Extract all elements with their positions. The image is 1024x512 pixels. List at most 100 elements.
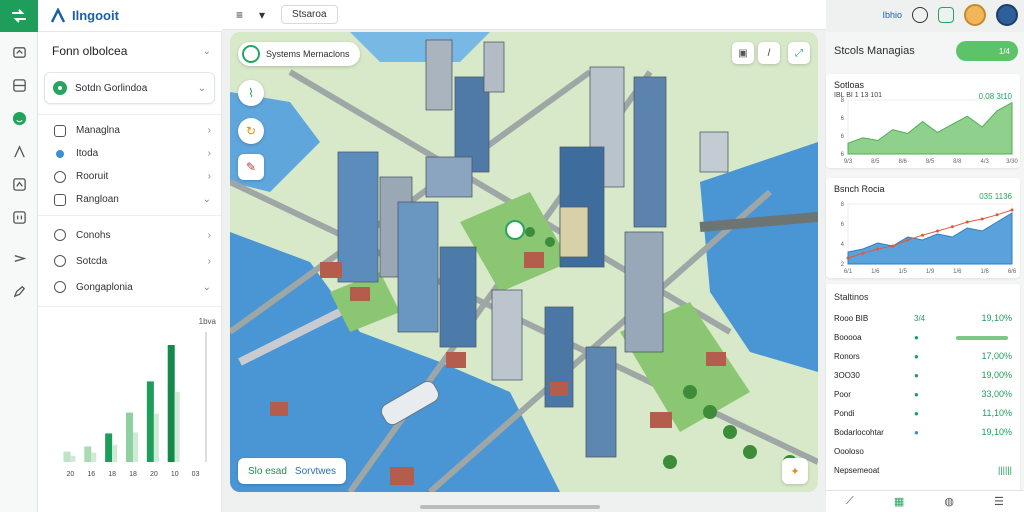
x-tick-label: 8/5	[926, 159, 935, 165]
filter-item-label: Sotcda	[76, 255, 108, 267]
series-point	[906, 238, 910, 242]
avatar-secondary[interactable]	[996, 4, 1018, 26]
x-tick-label: 6/1	[844, 269, 853, 275]
stats-row-label: Booooa	[834, 333, 862, 342]
status-badge[interactable]: 1/4	[956, 41, 1018, 61]
pen-icon[interactable]: /	[758, 42, 780, 64]
layer-item[interactable]: Managlna ›	[38, 119, 221, 142]
calendar-icon[interactable]: ▦	[894, 495, 904, 508]
filter-item[interactable]: Gongaplonia ⌄	[38, 274, 221, 300]
stats-row[interactable]: Nepsemeoat ||||||	[834, 464, 1014, 478]
list-icon[interactable]	[0, 201, 38, 234]
mini-chart-tick: 20	[150, 471, 158, 478]
city-map-illustration	[230, 32, 818, 492]
stats-row-bar	[956, 336, 1008, 340]
mini-chart-tick: 10	[171, 471, 179, 478]
mini-bar	[84, 446, 92, 462]
chevron-right-icon: ›	[207, 125, 211, 136]
mini-chart-tick: 03	[192, 471, 200, 478]
chevron-right-icon: ›	[207, 148, 211, 159]
tag-icon[interactable]: ✎	[238, 154, 264, 180]
stats-row[interactable]: Ronors ● 17,00%	[834, 350, 1014, 364]
stats-row[interactable]: Rooo BIB 3/4 19,10%	[834, 312, 1014, 326]
stats-row[interactable]: Bodarlocohtar ● 19,10%	[834, 426, 1014, 440]
x-tick-label: 6/6	[1008, 269, 1017, 275]
stats-row-value: 33,00%	[981, 389, 1012, 399]
chart-card-1: 8 6 6 6 9/3 8/5 8/6 8/5 8/8 4/3 3/30 Sotloas IBL B…	[826, 74, 1020, 168]
grid-icon[interactable]	[0, 69, 38, 102]
city-map[interactable]: Systems Mernaclons ⌇ ↻ ✎ ▣ / ⤢ Slo esad …	[230, 32, 818, 492]
series-point	[846, 256, 850, 260]
stats-row-value: 19,00%	[981, 370, 1012, 380]
header-link[interactable]: Ibhio	[882, 10, 902, 20]
stats-row[interactable]: Pondi ● 11,10%	[834, 407, 1014, 421]
mini-bar	[167, 345, 175, 462]
region-select[interactable]: Sotdn Gorlindoa ⌄	[44, 72, 215, 104]
left-rail	[0, 0, 38, 512]
stats-row[interactable]: Poor ● 33,00%	[834, 388, 1014, 402]
refresh-icon[interactable]: ↻	[238, 118, 264, 144]
filter-item[interactable]: Conohs ›	[38, 222, 221, 248]
menu-button[interactable]: ≡	[236, 8, 243, 22]
layer-toggle-icon[interactable]: ▣	[732, 42, 754, 64]
map-footer-chip[interactable]: Slo esad Sorvtwes	[238, 458, 347, 484]
mini-bar	[105, 433, 113, 462]
location-icon	[53, 81, 67, 95]
left-panel-header[interactable]: Fonn olbolcea ⌄	[38, 32, 221, 70]
x-tick-label: 8/5	[871, 159, 880, 165]
chat-icon[interactable]	[938, 7, 954, 23]
card1-subtitle: IBL BI 1 13 101	[834, 92, 882, 99]
circle-icon	[54, 255, 66, 267]
y-tick-label: 6	[841, 152, 845, 158]
map-system-chip[interactable]: Systems Mernaclons	[238, 42, 360, 66]
user-header: Ibhio	[826, 0, 1024, 30]
layers-icon[interactable]	[0, 36, 38, 69]
dropdown-button[interactable]: ▾	[259, 8, 265, 22]
trend-icon[interactable]: ⟋	[846, 495, 854, 508]
filter-item[interactable]: Sotcda ›	[38, 248, 221, 274]
box-icon[interactable]	[0, 168, 38, 201]
stats-title: Staltinos	[834, 292, 869, 302]
flag-icon[interactable]	[0, 135, 38, 168]
square-icon	[54, 124, 66, 137]
horizontal-scrollbar[interactable]	[420, 505, 600, 509]
avatar[interactable]	[964, 4, 986, 26]
list-icon[interactable]: ☰	[994, 495, 1004, 508]
map-chip-label: Systems Mernaclons	[266, 49, 350, 59]
notification-icon[interactable]	[912, 7, 928, 23]
stats-row[interactable]: Booooa ●	[834, 331, 1014, 345]
radar-icon	[242, 45, 260, 63]
globe-icon[interactable]	[0, 102, 38, 135]
shuffle-icon	[12, 9, 26, 23]
location-icon[interactable]: ✦	[782, 458, 808, 484]
globe-icon[interactable]: ◍	[944, 495, 954, 508]
x-tick-label: 1/6	[871, 269, 880, 275]
chevron-right-icon: ›	[207, 171, 211, 182]
mini-bar	[146, 381, 154, 462]
chevron-down-icon: ⌄	[197, 82, 206, 94]
region-select-value: Sotdn Gorlindoa	[75, 82, 148, 94]
layer-item[interactable]: Rooruit ›	[38, 165, 221, 188]
stats-row-label: Rooo BIB	[834, 314, 869, 323]
series-point	[891, 244, 895, 248]
expand-icon[interactable]: ⤢	[788, 42, 810, 64]
chevron-down-icon: ⌄	[202, 194, 211, 205]
layer-item[interactable]: Rangloan ⌄	[38, 188, 221, 211]
series-point	[921, 233, 925, 237]
edit-icon[interactable]	[0, 275, 38, 308]
x-tick-label: 1/6	[980, 269, 989, 275]
stats-card: Staltinos Rooo BIB 3/4 19,10% Booooa ● Ronors…	[826, 284, 1020, 496]
pin-icon[interactable]: ⌇	[238, 80, 264, 106]
toolbar-pill[interactable]: Stsaroa	[281, 5, 338, 24]
series-point	[1010, 208, 1014, 212]
stats-row-label: Bodarlocohtar	[834, 428, 884, 437]
layer-item[interactable]: Itoda ›	[38, 142, 221, 165]
route-icon[interactable]	[0, 242, 38, 275]
card2-value: 035 1136	[979, 192, 1012, 201]
x-tick-label: 4/3	[980, 159, 989, 165]
stats-row[interactable]: 3OO30 ● 19,00%	[834, 369, 1014, 383]
stats-row[interactable]: Oooloso	[834, 445, 1014, 459]
card1-title: Sotloas	[834, 80, 865, 90]
chevron-down-icon: ⌄	[202, 281, 211, 293]
mini-bar-shadow	[153, 413, 159, 462]
